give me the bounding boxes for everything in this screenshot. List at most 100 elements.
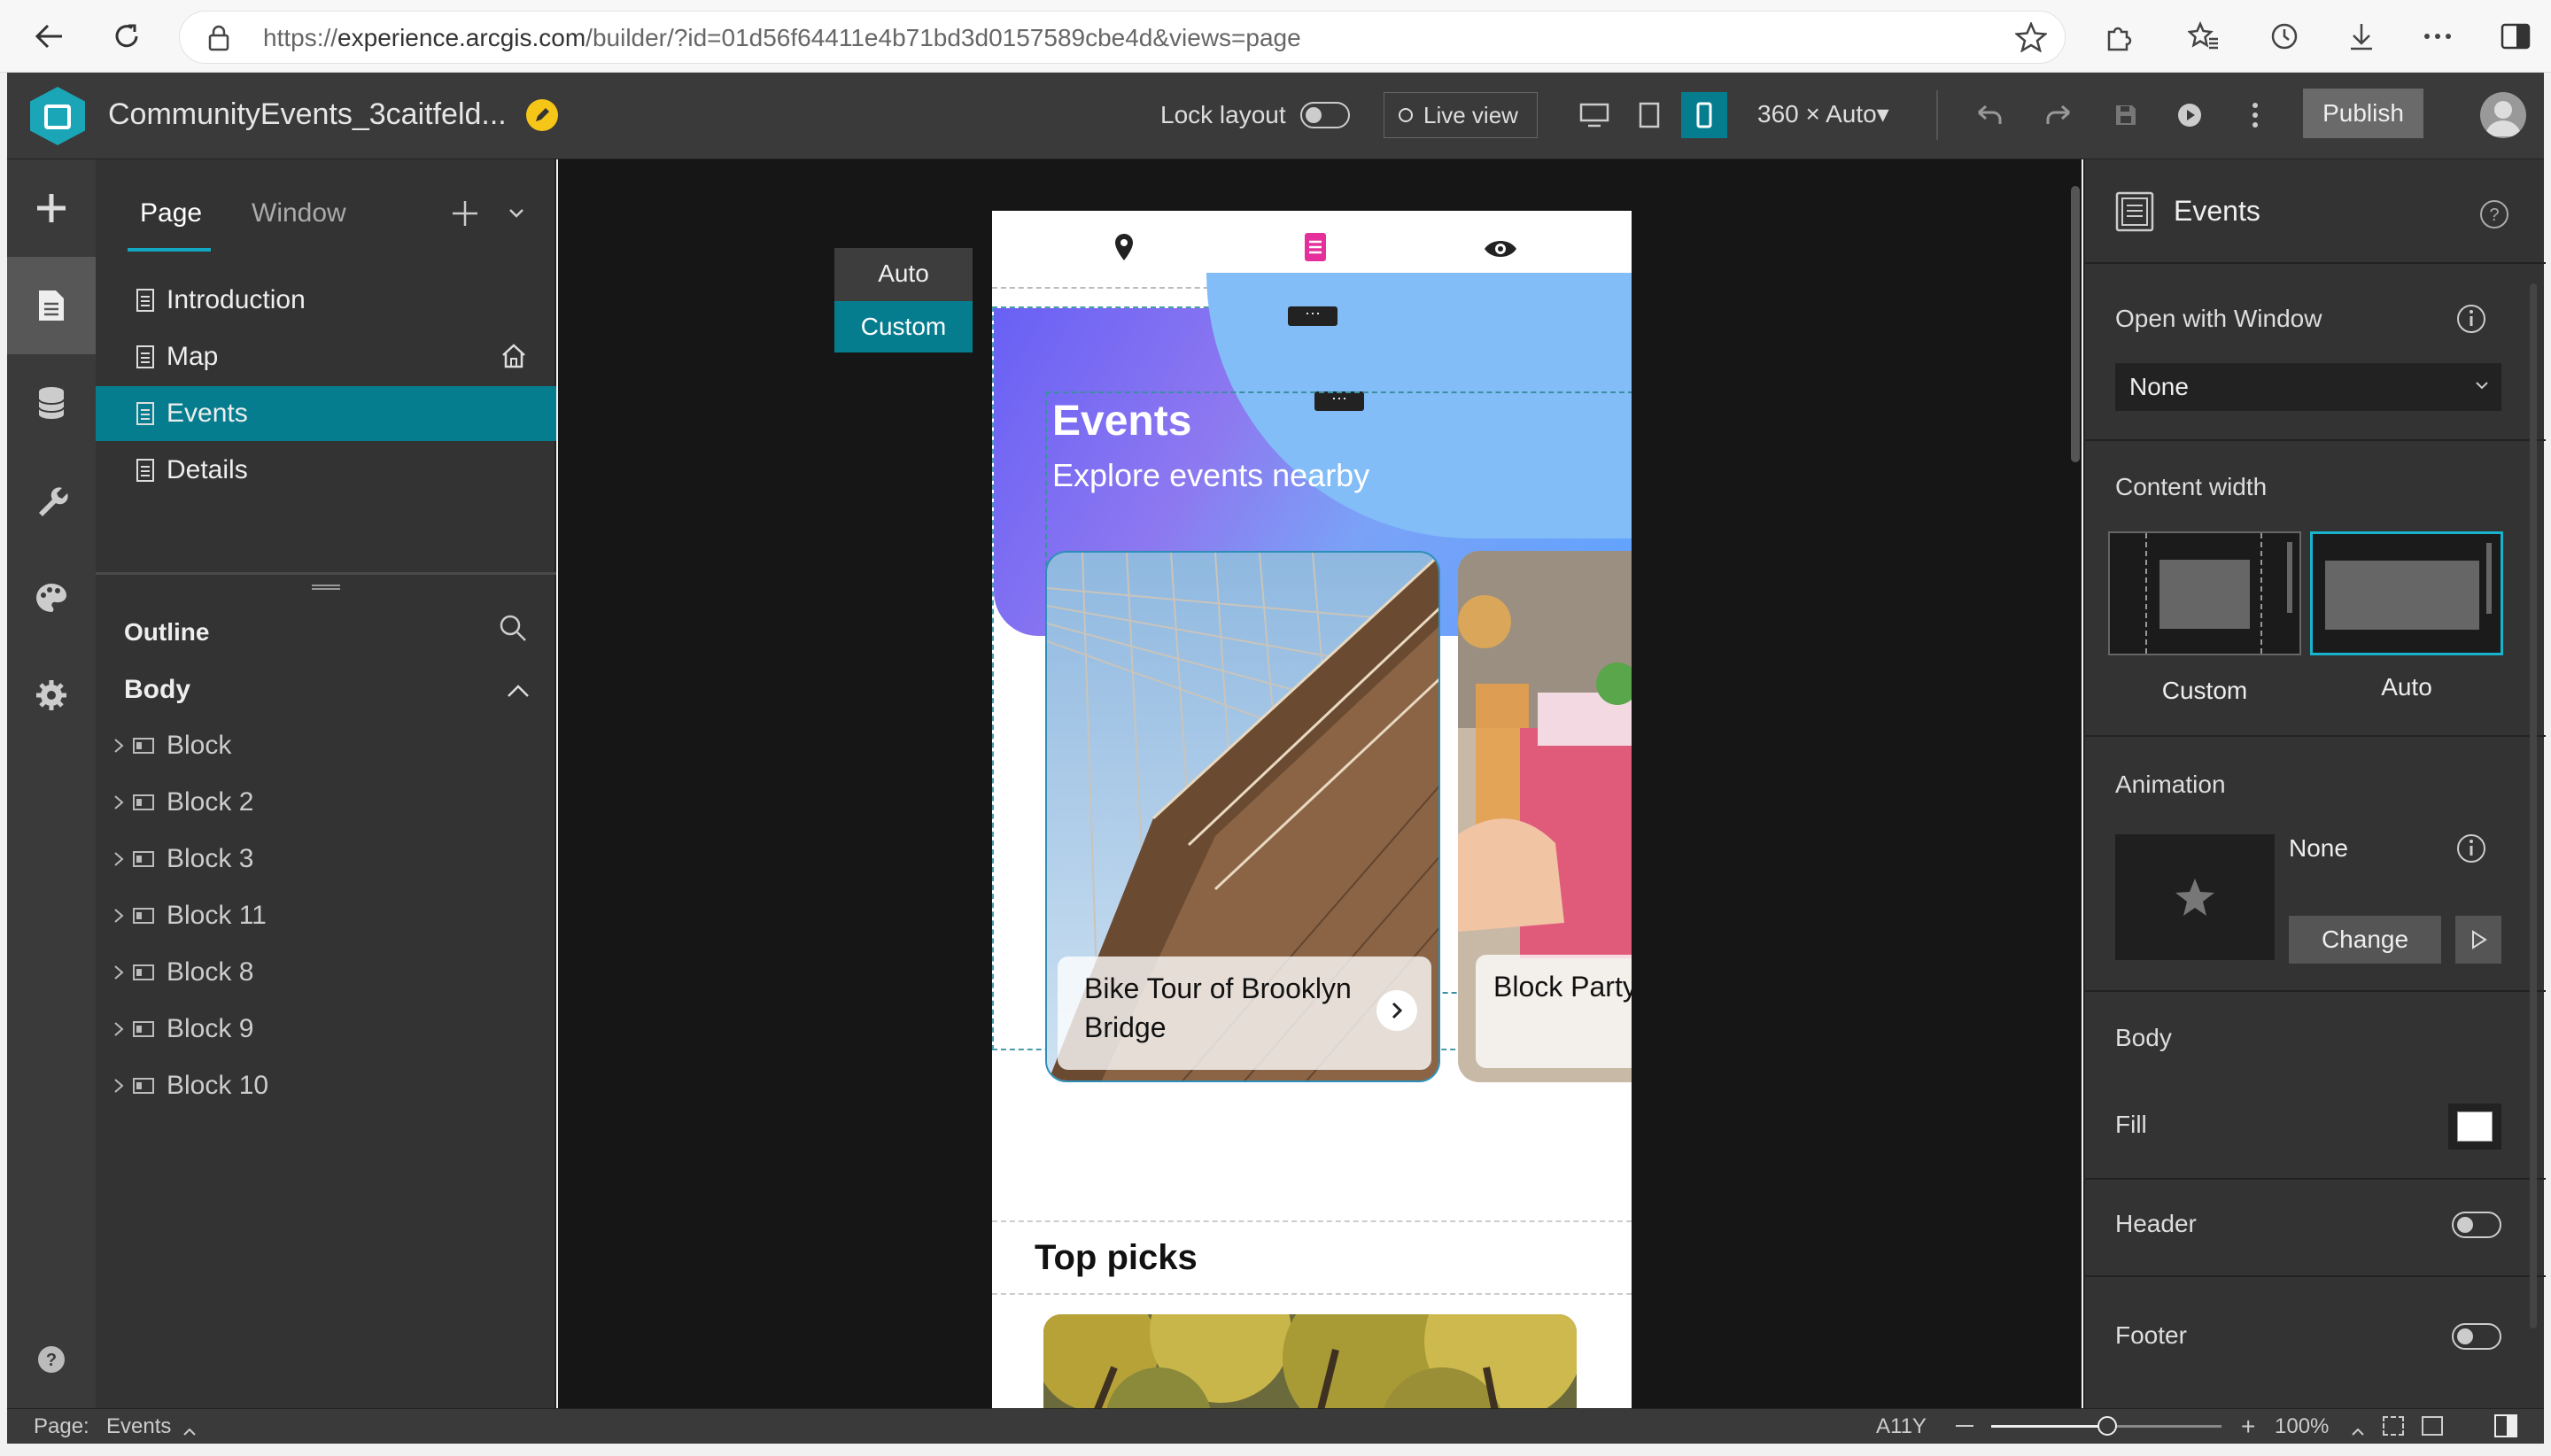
tab-window[interactable]: Window <box>252 198 346 228</box>
fit-width-icon[interactable] <box>2422 1416 2443 1436</box>
outline-block-item[interactable]: Block 10 <box>113 1059 268 1112</box>
outline-block-item[interactable]: Block 11 <box>113 889 267 942</box>
desktop-device-icon[interactable] <box>1571 92 1617 138</box>
zoom-slider-thumb[interactable] <box>2097 1416 2117 1436</box>
content-width-custom-option[interactable] <box>2108 531 2301 655</box>
outline-body-node[interactable]: Body <box>124 675 190 705</box>
tab-page[interactable]: Page <box>140 198 202 228</box>
more-menu-icon[interactable] <box>2415 14 2461 58</box>
toggle-panel-icon[interactable] <box>2494 1414 2517 1437</box>
outline-block-item[interactable]: Block 2 <box>113 776 253 829</box>
header-toggle[interactable] <box>2452 1212 2501 1238</box>
zoom-out-icon[interactable] <box>1956 1425 1973 1427</box>
help-icon[interactable]: ? <box>2478 198 2510 235</box>
mobile-page-preview[interactable]: ··· ··· Events Explore events nearby Bik… <box>992 211 1632 1408</box>
page-item-map[interactable]: Map <box>96 329 556 384</box>
app-title[interactable]: CommunityEvents_3caitfeld... <box>108 97 507 132</box>
save-icon[interactable] <box>2103 92 2149 138</box>
add-page-icon[interactable] <box>450 198 480 233</box>
phone-device-icon[interactable] <box>1681 92 1727 138</box>
refresh-icon[interactable] <box>105 16 149 57</box>
tablet-device-icon[interactable] <box>1626 92 1672 138</box>
page-item-events[interactable]: Events <box>96 386 556 441</box>
chevron-right-icon[interactable] <box>113 738 124 754</box>
chevron-right-icon[interactable] <box>113 1078 124 1094</box>
chevron-right-icon[interactable] <box>113 964 124 980</box>
drag-handle-icon[interactable] <box>312 585 340 590</box>
preview-play-icon[interactable] <box>2167 92 2213 138</box>
undo-icon[interactable] <box>1966 92 2012 138</box>
sidebar-toggle-icon[interactable] <box>2493 14 2539 58</box>
fill-color-picker[interactable] <box>2448 1104 2501 1150</box>
redo-icon[interactable] <box>2035 92 2082 138</box>
top-picks-photo[interactable] <box>1043 1314 1577 1408</box>
hero-subtitle[interactable]: Explore events nearby <box>1052 457 1369 494</box>
builder-canvas[interactable]: Auto Custom ··· ··· Events Explore event… <box>558 159 2082 1408</box>
top-picks-heading[interactable]: Top picks <box>1035 1238 1198 1278</box>
zoom-level[interactable]: 100% <box>2275 1414 2329 1439</box>
outline-block-item[interactable]: Block <box>113 719 231 772</box>
change-animation-button[interactable]: Change <box>2289 916 2441 964</box>
event-card-bike-tour[interactable]: Bike Tour of Brooklyn Bridge <box>1045 551 1440 1082</box>
content-width-auto-option[interactable] <box>2310 531 2503 655</box>
extensions-icon[interactable] <box>2096 14 2142 58</box>
chevron-right-icon[interactable] <box>113 908 124 924</box>
chevron-up-icon[interactable] <box>182 1418 197 1443</box>
pages-icon[interactable] <box>7 257 96 354</box>
edit-pencil-icon[interactable] <box>526 99 558 131</box>
add-widget-icon[interactable] <box>7 159 96 257</box>
info-icon[interactable] <box>2455 833 2487 869</box>
chevron-right-icon[interactable] <box>113 851 124 867</box>
current-page-name[interactable]: Events <box>106 1414 171 1439</box>
block-handle-icon[interactable]: ··· <box>1288 305 1338 326</box>
wrench-tools-icon[interactable] <box>7 452 96 549</box>
hero-title[interactable]: Events <box>1052 397 1191 445</box>
outline-block-item[interactable]: Block 9 <box>113 1003 253 1056</box>
events-page-icon[interactable] <box>1304 232 1327 267</box>
home-page-icon[interactable] <box>500 342 528 377</box>
page-item-details[interactable]: Details <box>96 443 556 498</box>
chevron-right-icon[interactable] <box>113 794 124 810</box>
accessibility-label[interactable]: A11Y <box>1876 1414 1927 1439</box>
publish-button[interactable]: Publish <box>2303 89 2423 138</box>
outline-block-item[interactable]: Block 8 <box>113 946 253 999</box>
events-hero-block[interactable]: ··· ··· Events Explore events nearby Bik… <box>992 273 1632 1082</box>
page-item-introduction[interactable]: Introduction <box>96 273 556 328</box>
chevron-right-icon[interactable] <box>113 1021 124 1037</box>
theme-palette-icon[interactable] <box>7 549 96 647</box>
height-custom-option[interactable]: Custom <box>834 301 973 352</box>
event-card-block-party[interactable]: Block Party <box>1458 551 1632 1082</box>
height-auto-option[interactable]: Auto <box>834 248 973 299</box>
animation-preview[interactable] <box>2115 834 2275 960</box>
panel-scrollbar[interactable] <box>2530 283 2537 1328</box>
chevron-up-icon[interactable] <box>2351 1418 2365 1443</box>
chevron-right-icon[interactable] <box>1376 990 1417 1031</box>
panel-splitter[interactable] <box>96 572 556 575</box>
outline-block-item[interactable]: Block 3 <box>113 833 253 886</box>
play-animation-icon[interactable] <box>2455 916 2501 964</box>
lock-icon[interactable] <box>206 24 231 57</box>
canvas-scrollbar[interactable] <box>2071 186 2080 462</box>
settings-gear-icon[interactable] <box>7 647 96 744</box>
chevron-down-icon[interactable] <box>508 207 524 223</box>
download-icon[interactable] <box>2338 14 2384 58</box>
live-view-button[interactable]: Live view <box>1384 92 1538 138</box>
back-icon[interactable] <box>27 16 71 57</box>
search-icon[interactable] <box>498 613 528 647</box>
user-avatar[interactable] <box>2480 92 2526 138</box>
history-icon[interactable] <box>2260 14 2307 58</box>
more-options-icon[interactable] <box>2232 92 2278 138</box>
help-icon[interactable]: ? <box>7 1311 96 1408</box>
open-with-window-select[interactable]: None <box>2115 363 2501 411</box>
chevron-up-icon[interactable] <box>507 684 530 702</box>
info-icon[interactable] <box>2455 303 2487 339</box>
eye-icon[interactable] <box>1483 237 1518 265</box>
map-pin-icon[interactable] <box>1113 232 1136 268</box>
zoom-in-icon[interactable]: + <box>2241 1413 2255 1441</box>
fit-screen-icon[interactable] <box>2383 1416 2404 1436</box>
data-icon[interactable] <box>7 354 96 452</box>
favorite-star-icon[interactable] <box>2013 20 2049 57</box>
screen-size-dropdown[interactable]: 360 × Auto▾ <box>1757 99 1889 128</box>
footer-toggle[interactable] <box>2452 1323 2501 1350</box>
address-bar[interactable]: https://experience.arcgis.com/builder/?i… <box>179 11 2066 64</box>
